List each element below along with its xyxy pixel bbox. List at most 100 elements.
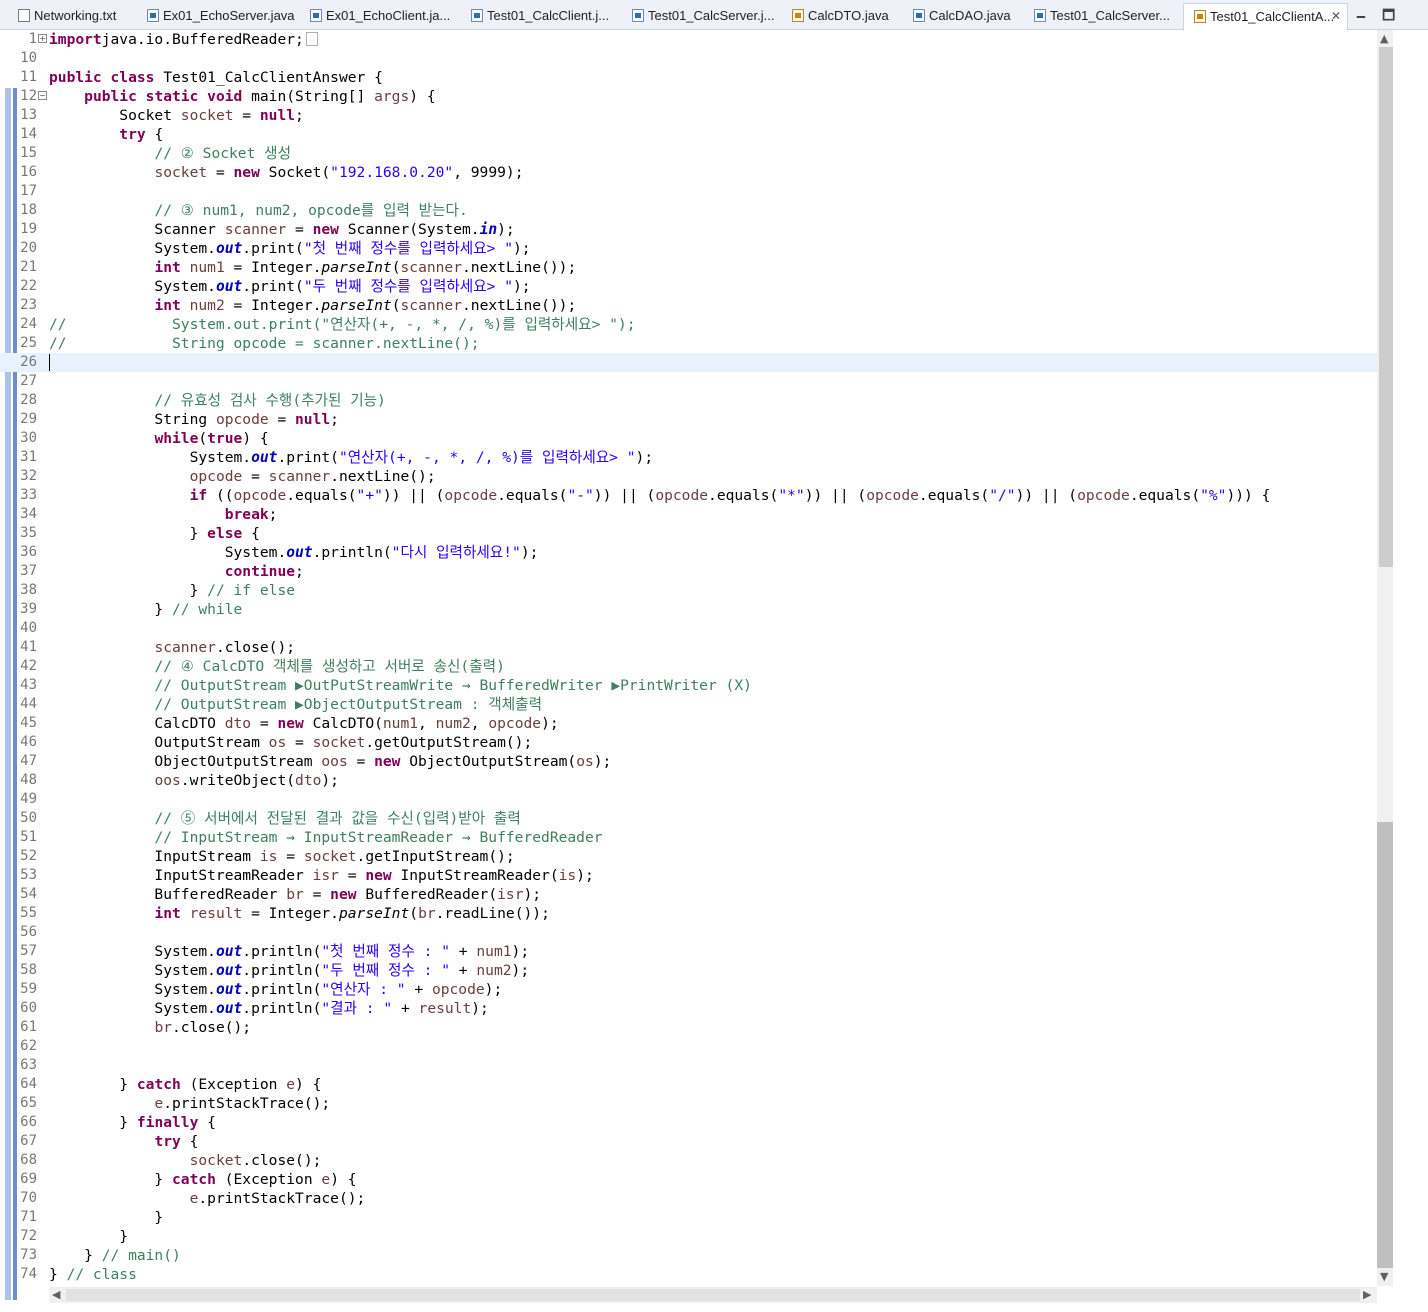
code-line[interactable]: 63: [0, 1056, 1377, 1075]
code-token: continue: [224, 563, 296, 580]
code-line[interactable]: 25 // String opcode = scanner.nextLine();: [0, 334, 1377, 353]
tab-4[interactable]: Test01_CalcServer.j...: [622, 3, 782, 28]
code-line[interactable]: 52 InputStream is = socket.getInputStrea…: [0, 847, 1377, 866]
code-line[interactable]: 70 e.printStackTrace();: [0, 1189, 1377, 1208]
code-token: ((: [207, 487, 234, 504]
code-line[interactable]: 38 } // if else: [0, 581, 1377, 600]
code-line[interactable]: 74} // class: [0, 1265, 1377, 1284]
code-line[interactable]: 43 // OutputStream ▶OutPutStreamWrite → …: [0, 676, 1377, 695]
collapse-fold-icon[interactable]: −: [38, 91, 47, 100]
code-line[interactable]: 36 System.out.println("다시 입력하세요!");: [0, 543, 1377, 562]
maximize-button[interactable]: 🗖: [1382, 5, 1395, 29]
code-line[interactable]: 67 try {: [0, 1132, 1377, 1151]
code-line[interactable]: 15 // ② Socket 생성: [0, 144, 1377, 163]
tab-7[interactable]: Test01_CalcServer...: [1024, 3, 1184, 28]
code-line[interactable]: 32 opcode = scanner.nextLine();: [0, 467, 1377, 486]
code-line[interactable]: 14 try {: [0, 125, 1377, 144]
code-line[interactable]: 11 public class Test01_CalcClientAnswer {: [0, 68, 1377, 87]
scroll-down-arrow-icon[interactable]: ▼: [1380, 1270, 1388, 1283]
code-line[interactable]: 34 break;: [0, 505, 1377, 524]
code-line[interactable]: 46 OutputStream os = socket.getOutputStr…: [0, 733, 1377, 752]
line-number: 65: [20, 1095, 37, 1111]
code-editor[interactable]: 1 + importjava.io.BufferedReader; 10 11 publi…: [0, 30, 1428, 1312]
code-line[interactable]: 56: [0, 923, 1377, 942]
scroll-left-arrow-icon[interactable]: ◀: [52, 1288, 60, 1301]
code-line[interactable]: 35 } else {: [0, 524, 1377, 543]
code-line[interactable]: 26: [0, 353, 1377, 372]
code-line[interactable]: 27: [0, 372, 1377, 391]
scroll-up-arrow-icon[interactable]: ▲: [1380, 32, 1388, 45]
code-line[interactable]: 73 } // main(): [0, 1246, 1377, 1265]
code-line[interactable]: 33 if ((opcode.equals("+")) || (opcode.e…: [0, 486, 1377, 505]
code-line[interactable]: 47 ObjectOutputStream oos = new ObjectOu…: [0, 752, 1377, 771]
code-line[interactable]: 22 System.out.print("두 번째 정수를 입력하세요> ");: [0, 277, 1377, 296]
code-line[interactable]: 72 }: [0, 1227, 1377, 1246]
line-number: 20: [20, 240, 37, 256]
code-line[interactable]: 44 // OutputStream ▶ObjectOutputStream :…: [0, 695, 1377, 714]
code-line[interactable]: 65 e.printStackTrace();: [0, 1094, 1377, 1113]
code-line[interactable]: 16 socket = new Socket("192.168.0.20", 9…: [0, 163, 1377, 182]
vertical-scrollbar-thumb[interactable]: [1379, 47, 1393, 567]
code-line[interactable]: 68 socket.close();: [0, 1151, 1377, 1170]
tab-6[interactable]: CalcDAO.java: [903, 3, 1023, 28]
code-line[interactable]: 37 continue;: [0, 562, 1377, 581]
code-line[interactable]: 66 } finally {: [0, 1113, 1377, 1132]
code-line[interactable]: 40: [0, 619, 1377, 638]
tab-0[interactable]: Networking.txt: [8, 3, 138, 28]
code-token: )) || (: [593, 487, 656, 504]
minimize-button[interactable]: 🗕: [1356, 5, 1366, 29]
expand-fold-icon[interactable]: +: [38, 34, 47, 43]
code-line[interactable]: 17: [0, 182, 1377, 201]
code-line[interactable]: 61 br.close();: [0, 1018, 1377, 1037]
code-line[interactable]: 54 BufferedReader br = new BufferedReade…: [0, 885, 1377, 904]
code-line[interactable]: 39 } // while: [0, 600, 1377, 619]
code-line[interactable]: 30 while(true) {: [0, 429, 1377, 448]
code-line[interactable]: 55 int result = Integer.parseInt(br.read…: [0, 904, 1377, 923]
tab-8[interactable]: Test01_CalcClientA... ✕: [1183, 3, 1348, 31]
code-token: in: [479, 221, 498, 238]
code-token: socket: [154, 164, 208, 181]
code-token: System.: [49, 1000, 216, 1017]
tab-2[interactable]: Ex01_EchoClient.ja...: [300, 3, 460, 28]
code-line[interactable]: 13 Socket socket = null;: [0, 106, 1377, 125]
scroll-right-arrow-icon[interactable]: ▶: [1363, 1288, 1371, 1301]
code-line[interactable]: 48 oos.writeObject(dto);: [0, 771, 1377, 790]
code-line[interactable]: 53 InputStreamReader isr = new InputStre…: [0, 866, 1377, 885]
code-line[interactable]: 71 }: [0, 1208, 1377, 1227]
line-number: 32: [20, 468, 37, 484]
code-token: CalcDTO(: [303, 715, 383, 732]
tab-1[interactable]: Ex01_EchoServer.java: [137, 3, 300, 28]
code-line[interactable]: 41 scanner.close();: [0, 638, 1377, 657]
horizontal-scrollbar-thumb[interactable]: [66, 1289, 1360, 1301]
code-line[interactable]: 50 // ⑤ 서버에서 전달된 결과 값을 수신(입력)받아 출력: [0, 809, 1377, 828]
code-line[interactable]: 57 System.out.println("첫 번째 정수 : " + num…: [0, 942, 1377, 961]
code-line[interactable]: 24 // System.out.print("연산자(+, -, *, /, %…: [0, 315, 1377, 334]
code-line[interactable]: 19 Scanner scanner = new Scanner(System.…: [0, 220, 1377, 239]
code-line[interactable]: 23 int num2 = Integer.parseInt(scanner.n…: [0, 296, 1377, 315]
code-line[interactable]: 1 + importjava.io.BufferedReader;: [0, 30, 1377, 49]
code-line[interactable]: 42 // ④ CalcDTO 객체를 생성하고 서버로 송신(출력): [0, 657, 1377, 676]
code-token: result: [418, 1000, 472, 1017]
code-line[interactable]: 18 // ③ num1, num2, opcode를 입력 받는다.: [0, 201, 1377, 220]
folded-code-marker-icon[interactable]: [305, 32, 318, 46]
code-line[interactable]: 49: [0, 790, 1377, 809]
line-number: 44: [20, 696, 37, 712]
code-line[interactable]: 60 System.out.println("결과 : " + result);: [0, 999, 1377, 1018]
code-line[interactable]: 64 } catch (Exception e) {: [0, 1075, 1377, 1094]
tab-3[interactable]: Test01_CalcClient.j...: [461, 3, 621, 28]
code-line[interactable]: 21 int num1 = Integer.parseInt(scanner.n…: [0, 258, 1377, 277]
code-line[interactable]: 28 // 유효성 검사 수행(추가된 기능): [0, 391, 1377, 410]
close-tab-icon[interactable]: ✕: [1331, 4, 1341, 29]
code-line[interactable]: 45 CalcDTO dto = new CalcDTO(num1, num2,…: [0, 714, 1377, 733]
tab-5[interactable]: CalcDTO.java: [782, 3, 902, 28]
code-line[interactable]: 20 System.out.print("첫 번째 정수를 입력하세요> ");: [0, 239, 1377, 258]
code-line[interactable]: 69 } catch (Exception e) {: [0, 1170, 1377, 1189]
code-line[interactable]: 51 // InputStream → InputStreamReader → …: [0, 828, 1377, 847]
code-line[interactable]: 58 System.out.println("두 번째 정수 : " + num…: [0, 961, 1377, 980]
code-line[interactable]: 29 String opcode = null;: [0, 410, 1377, 429]
code-line[interactable]: 31 System.out.print("연산자(+, -, *, /, %)를…: [0, 448, 1377, 467]
code-line[interactable]: 12− public static void main(String[] arg…: [0, 87, 1377, 106]
code-line[interactable]: 59 System.out.println("연산자 : " + opcode)…: [0, 980, 1377, 999]
code-line[interactable]: 10: [0, 49, 1377, 68]
code-line[interactable]: 62: [0, 1037, 1377, 1056]
